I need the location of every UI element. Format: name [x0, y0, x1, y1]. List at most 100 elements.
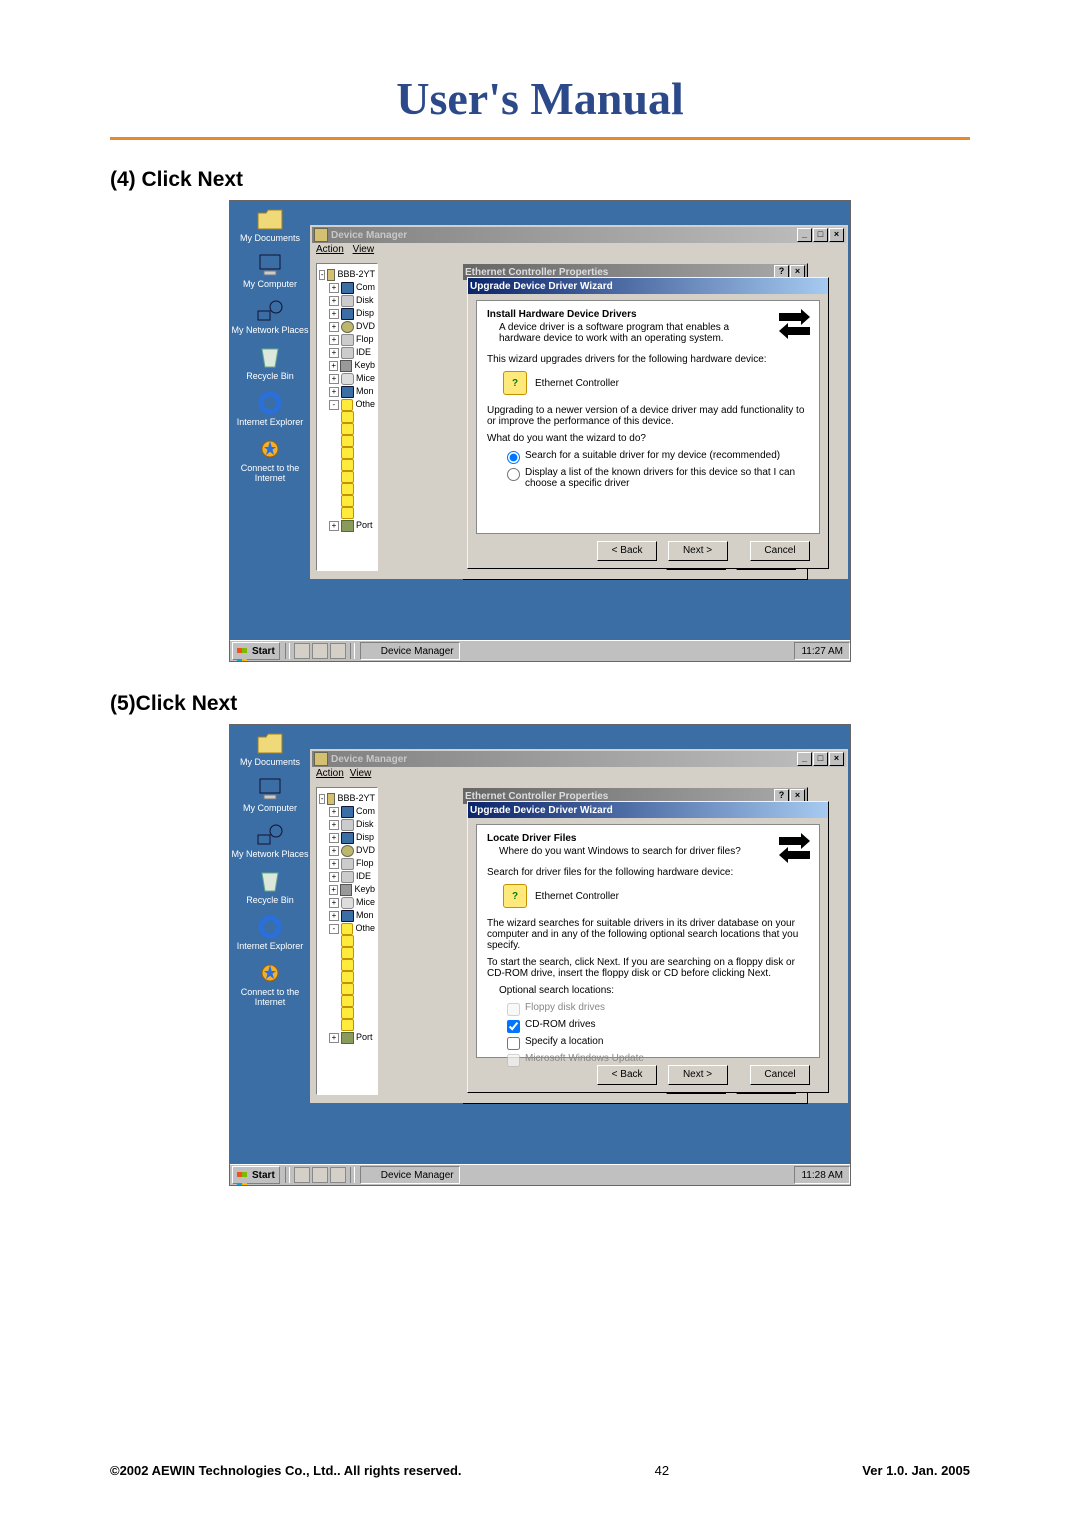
close-button[interactable]: × [829, 228, 844, 242]
desktop-icon-recycle-bin[interactable]: Recycle Bin [230, 869, 310, 905]
device-manager-window: Device Manager _ □ × Action View -BBB-2Y… [310, 225, 848, 579]
clock: 11:27 AM [801, 646, 843, 657]
desktop-icon-network-places[interactable]: My Network Places [230, 823, 310, 859]
desktop-icon-my-documents[interactable]: My Documents [230, 731, 310, 767]
maximize-button[interactable]: □ [813, 228, 828, 242]
desktop-icon-my-documents[interactable]: My Documents [230, 207, 310, 243]
desktop-icon-recycle-bin[interactable]: Recycle Bin [230, 345, 310, 381]
wizard-device-row: ? Ethernet Controller [503, 371, 809, 395]
properties-title: Ethernet Controller Properties [465, 267, 608, 278]
taskbar-item-device-manager[interactable]: Device Manager [360, 1166, 460, 1184]
device-manager-titlebar[interactable]: Device Manager _□× [312, 751, 846, 767]
wizard-panel: Install Hardware Device Drivers A device… [476, 300, 820, 534]
minimize-button[interactable]: _ [797, 228, 812, 242]
footer-version: Ver 1.0. Jan. 2005 [862, 1463, 970, 1478]
page-footer: ©2002 AEWIN Technologies Co., Ltd.. All … [110, 1463, 970, 1478]
device-manager-title: Device Manager [331, 230, 407, 241]
radio-search-driver[interactable]: Search for a suitable driver for my devi… [507, 450, 809, 464]
device-manager-icon [366, 1169, 378, 1181]
wizard-note: Upgrading to a newer version of a device… [487, 405, 809, 427]
upgrade-wizard-dialog: Upgrade Device Driver Wizard Install Har… [467, 277, 829, 569]
clock: 11:28 AM [801, 1170, 843, 1181]
wizard-subheading: Where do you want Windows to search for … [499, 846, 769, 857]
check-specify-location[interactable]: Specify a location [507, 1036, 809, 1050]
device-manager-icon [366, 645, 378, 657]
quick-launch-icon[interactable] [294, 1167, 310, 1183]
document-title: User's Manual [110, 72, 970, 125]
wizard-note2: To start the search, click Next. If you … [487, 957, 809, 979]
desktop-icon-ie[interactable]: Internet Explorer [230, 915, 310, 951]
wizard-device-name: Ethernet Controller [535, 378, 619, 389]
start-button[interactable]: Start [232, 642, 280, 660]
optional-locations-label: Optional search locations: [499, 985, 809, 996]
device-manager-menubar[interactable]: ActionView [312, 767, 846, 784]
windows-logo-icon [237, 1169, 249, 1181]
desktop-icon-ie[interactable]: Internet Explorer [230, 391, 310, 427]
back-button[interactable]: < Back [597, 1065, 657, 1085]
wizard-subheading: A device driver is a software program th… [499, 322, 769, 344]
quick-launch-icon[interactable] [312, 1167, 328, 1183]
wizard-panel: Locate Driver Files Where do you want Wi… [476, 824, 820, 1058]
wizard-intro: This wizard upgrades drivers for the fol… [487, 354, 809, 365]
desktop-icon-my-computer[interactable]: My Computer [230, 777, 310, 813]
device-tree[interactable]: -BBB-2YT +Com +Disk +Disp +DVD +Flop +ID… [316, 787, 378, 1095]
window-buttons: _ □ × [796, 228, 844, 242]
wizard-question: What do you want the wizard to do? [487, 433, 809, 444]
wizard-header-icon [777, 831, 811, 865]
manual-page: User's Manual (4) Click Next My Document… [0, 0, 1080, 1528]
desktop-icon-network-places[interactable]: My Network Places [230, 299, 310, 335]
back-button[interactable]: < Back [597, 541, 657, 561]
wizard-device-row: ? Ethernet Controller [503, 884, 809, 908]
screenshot-step-4: My Documents My Computer My Network Plac… [229, 200, 851, 662]
wizard-heading: Install Hardware Device Drivers [487, 309, 809, 320]
desktop-icon-column: My Documents My Computer My Network Plac… [230, 201, 310, 641]
device-manager-icon [314, 752, 328, 766]
check-cdrom[interactable]: CD-ROM drives [507, 1019, 809, 1033]
wizard-header-icon [777, 307, 811, 341]
windows-logo-icon [237, 645, 249, 657]
quick-launch-icon[interactable] [312, 643, 328, 659]
unknown-device-icon: ? [503, 884, 527, 908]
radio-display-list[interactable]: Display a list of the known drivers for … [507, 467, 809, 489]
wizard-note: The wizard searches for suitable drivers… [487, 918, 809, 951]
wizard-intro: Search for driver files for the followin… [487, 867, 809, 878]
step-4-heading: (4) Click Next [110, 168, 970, 192]
quick-launch-icon[interactable] [294, 643, 310, 659]
close-button[interactable]: × [829, 752, 844, 766]
cancel-button[interactable]: Cancel [750, 1065, 810, 1085]
device-manager-titlebar[interactable]: Device Manager _ □ × [312, 227, 846, 243]
footer-copyright: ©2002 AEWIN Technologies Co., Ltd.. All … [110, 1463, 462, 1478]
desktop-icon-connect[interactable]: Connect to the Internet [230, 437, 310, 483]
next-button[interactable]: Next > [668, 1065, 728, 1085]
taskbar[interactable]: Start Device Manager 11:28 AM [230, 1164, 850, 1185]
footer-page-number: 42 [655, 1463, 669, 1478]
minimize-button[interactable]: _ [797, 752, 812, 766]
desktop-icon-column: My Documents My Computer My Network Plac… [230, 725, 310, 1165]
quick-launch-icon[interactable] [330, 1167, 346, 1183]
next-button[interactable]: Next > [668, 541, 728, 561]
device-manager-icon [314, 228, 328, 242]
taskbar[interactable]: Start Device Manager 11:27 AM [230, 640, 850, 661]
device-tree[interactable]: -BBB-2YT +Com +Disk +Disp +DVD +Flop +ID… [316, 263, 378, 571]
wizard-titlebar[interactable]: Upgrade Device Driver Wizard [468, 802, 828, 818]
start-button[interactable]: Start [232, 1166, 280, 1184]
device-manager-window: Device Manager _□× ActionView -BBB-2YT +… [310, 749, 848, 1103]
maximize-button[interactable]: □ [813, 752, 828, 766]
desktop-icon-my-computer[interactable]: My Computer [230, 253, 310, 289]
quick-launch-icon[interactable] [330, 643, 346, 659]
unknown-device-icon: ? [503, 371, 527, 395]
system-tray[interactable]: 11:27 AM [794, 642, 850, 660]
step-5-heading: (5)Click Next [110, 692, 970, 716]
check-floppy: Floppy disk drives [507, 1002, 809, 1016]
wizard-titlebar[interactable]: Upgrade Device Driver Wizard [468, 278, 828, 294]
wizard-heading: Locate Driver Files [487, 833, 809, 844]
screenshot-step-5: My Documents My Computer My Network Plac… [229, 724, 851, 1186]
cancel-button[interactable]: Cancel [750, 541, 810, 561]
upgrade-wizard-dialog: Upgrade Device Driver Wizard Locate Driv… [467, 801, 829, 1093]
device-manager-menubar[interactable]: Action View [312, 243, 846, 260]
taskbar-item-device-manager[interactable]: Device Manager [360, 642, 460, 660]
header-rule [110, 137, 970, 140]
system-tray[interactable]: 11:28 AM [794, 1166, 850, 1184]
wizard-title: Upgrade Device Driver Wizard [470, 281, 613, 292]
desktop-icon-connect[interactable]: Connect to the Internet [230, 961, 310, 1007]
